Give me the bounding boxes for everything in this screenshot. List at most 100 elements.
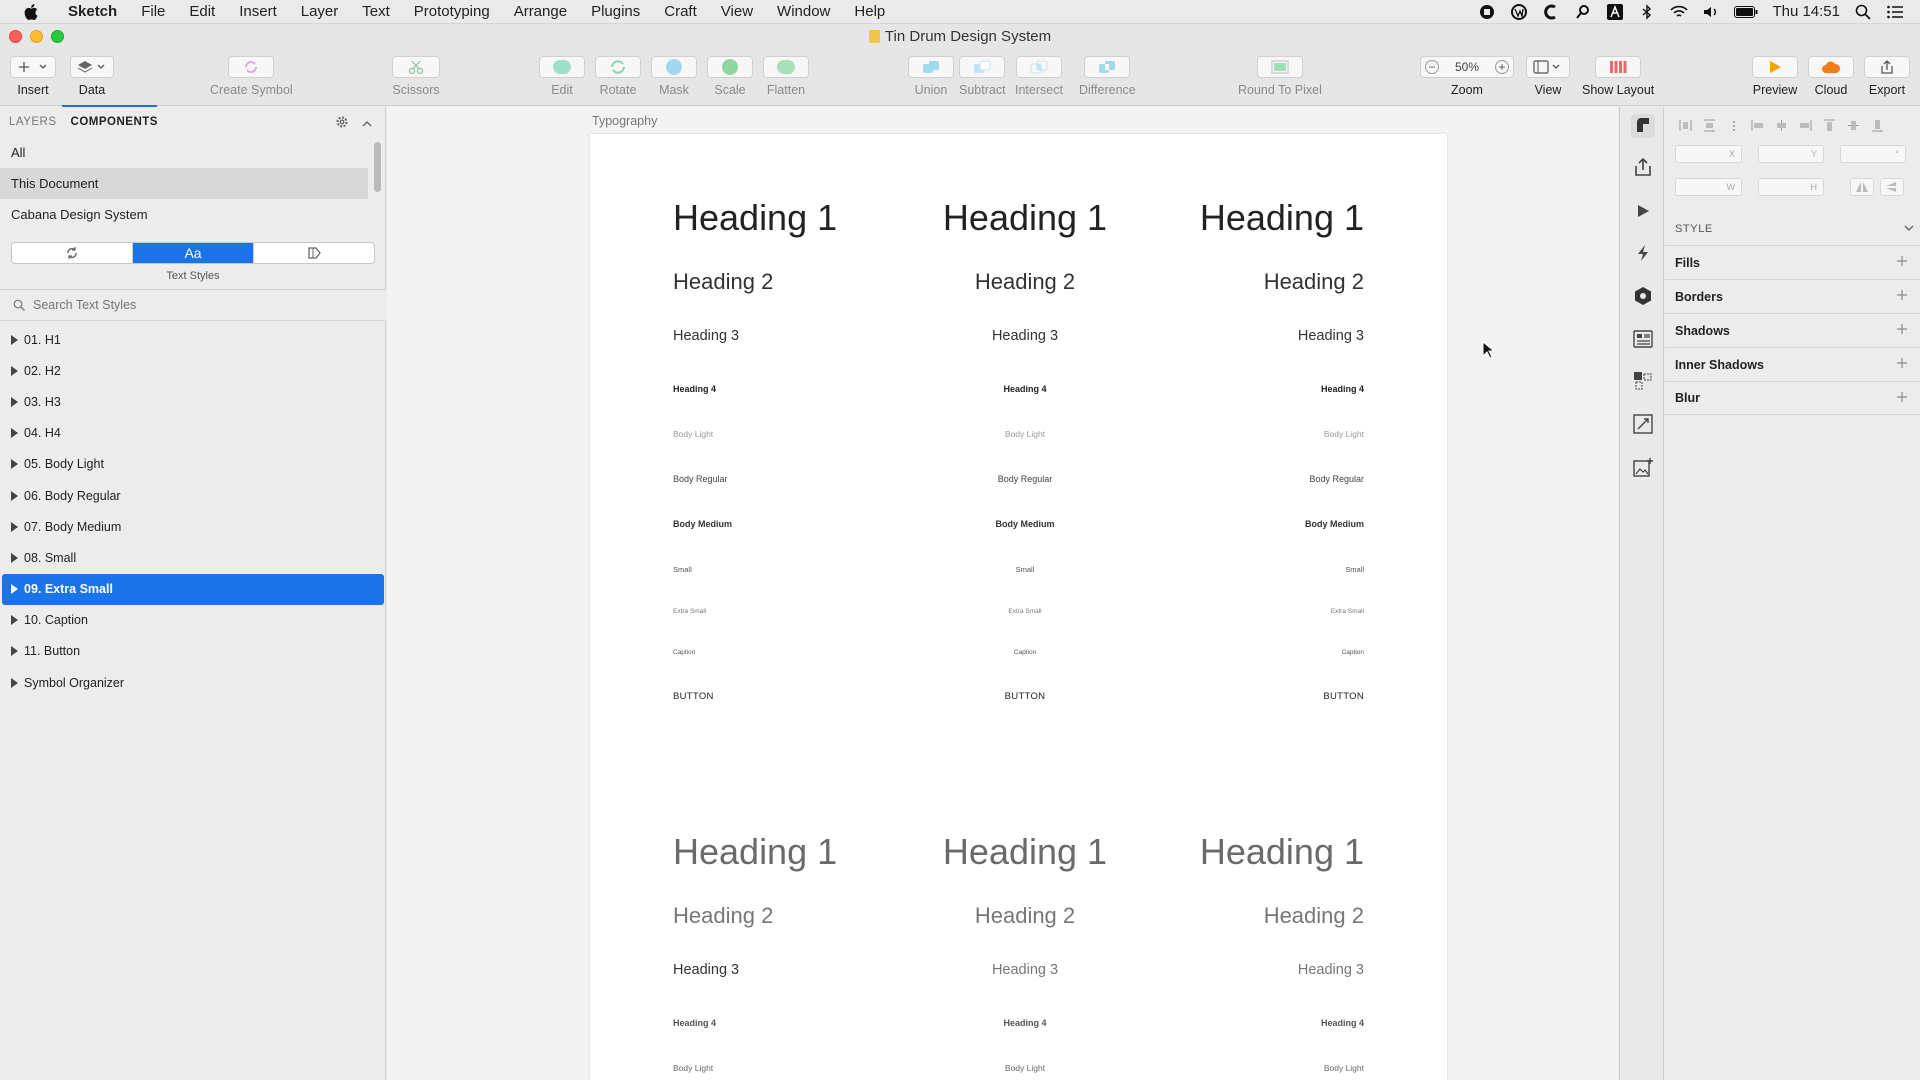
create-symbol-button[interactable]: [228, 56, 275, 78]
round-to-pixel-tool[interactable]: Round To Pixel: [1238, 56, 1322, 97]
menu-sketch[interactable]: Sketch: [56, 3, 129, 20]
menu-prototyping[interactable]: Prototyping: [402, 3, 502, 20]
sample-extra-small[interactable]: Extra Small: [1331, 608, 1364, 615]
disclosure-triangle-icon[interactable]: [11, 615, 18, 626]
rotation-field[interactable]: °: [1840, 145, 1906, 163]
sample-heading-4[interactable]: Heading 4: [1321, 1018, 1364, 1028]
typography-artboard[interactable]: Heading 1 Heading 2 Heading 3 Heading 4 …: [590, 134, 1447, 1080]
sample-heading-4[interactable]: Heading 4: [1321, 384, 1364, 394]
flip-horizontal-button[interactable]: [1850, 178, 1874, 196]
insert-tool[interactable]: Insert: [10, 56, 56, 97]
export-tool[interactable]: Export: [1864, 56, 1910, 97]
text-style-item[interactable]: 07. Body Medium: [2, 511, 384, 542]
sample-body-light[interactable]: Body Light: [1324, 429, 1364, 439]
blur-section[interactable]: Blur: [1665, 381, 1920, 415]
disclosure-triangle-icon[interactable]: [11, 334, 18, 345]
view-button[interactable]: [1526, 56, 1570, 78]
canvas[interactable]: Typography Heading 1 Heading 2 Heading 3…: [387, 107, 1618, 1080]
sample-heading-4[interactable]: Heading 4: [673, 384, 716, 394]
sample-heading-4[interactable]: Heading 4: [930, 1018, 1120, 1028]
text-style-item[interactable]: 02. H2: [2, 355, 384, 386]
text-style-item[interactable]: Symbol Organizer: [2, 667, 384, 698]
menu-file[interactable]: File: [129, 3, 177, 20]
edit-tool[interactable]: Edit: [539, 56, 585, 97]
create-symbol-tool[interactable]: Create Symbol: [210, 56, 293, 97]
rotate-tool[interactable]: Rotate: [595, 56, 641, 97]
add-shadow-icon[interactable]: [1896, 323, 1908, 335]
union-button[interactable]: [908, 56, 954, 78]
sample-heading-1[interactable]: Heading 1: [673, 831, 837, 873]
lasso-icon[interactable]: [1574, 4, 1592, 20]
resize-frame-icon[interactable]: [1631, 412, 1655, 436]
flatten-button[interactable]: [763, 56, 809, 78]
mask-button[interactable]: [651, 56, 697, 78]
width-field[interactable]: W: [1675, 178, 1742, 196]
sample-heading-2[interactable]: Heading 2: [1264, 903, 1364, 929]
library-item-cabana[interactable]: Cabana Design System: [0, 199, 368, 230]
zoom-window-button[interactable]: [51, 30, 64, 43]
sample-heading-2[interactable]: Heading 2: [930, 903, 1120, 929]
sample-heading-1[interactable]: Heading 1: [1200, 831, 1364, 873]
wordpress-icon[interactable]: [1510, 3, 1528, 20]
sample-body-regular[interactable]: Body Regular: [1309, 474, 1364, 484]
cloud-tool[interactable]: Cloud: [1808, 56, 1854, 97]
disclosure-triangle-icon[interactable]: [11, 459, 18, 470]
image-add-icon[interactable]: [1631, 455, 1655, 479]
sample-body-light[interactable]: Body Light: [930, 1063, 1120, 1073]
sample-heading-3[interactable]: Heading 3: [673, 962, 739, 978]
intersect-tool[interactable]: Intersect: [1015, 56, 1063, 97]
subtract-button[interactable]: [959, 56, 1006, 78]
disclosure-triangle-icon[interactable]: [11, 521, 18, 532]
disclosure-triangle-icon[interactable]: [11, 584, 18, 595]
sample-heading-3[interactable]: Heading 3: [673, 328, 739, 344]
sample-body-medium[interactable]: Body Medium: [1305, 519, 1364, 529]
sample-heading-2[interactable]: Heading 2: [1264, 269, 1364, 295]
menu-layer[interactable]: Layer: [289, 3, 351, 20]
show-layout-tool[interactable]: Show Layout: [1582, 56, 1654, 97]
menu-window[interactable]: Window: [765, 3, 842, 20]
list-panel-icon[interactable]: [1631, 327, 1655, 351]
sample-body-light[interactable]: Body Light: [673, 429, 713, 439]
disclosure-triangle-icon[interactable]: [11, 677, 18, 688]
sample-heading-1[interactable]: Heading 1: [1200, 197, 1364, 239]
align-right-icon[interactable]: [1799, 118, 1812, 132]
scissors-tool[interactable]: Scissors: [392, 56, 440, 97]
zoom-out-icon[interactable]: −: [1425, 60, 1439, 74]
menu-insert[interactable]: Insert: [227, 3, 289, 20]
sample-small[interactable]: Small: [673, 565, 692, 574]
library-item-this-document[interactable]: This Document: [0, 168, 368, 199]
text-style-item[interactable]: 03. H3: [2, 386, 384, 417]
add-border-icon[interactable]: [1896, 289, 1908, 301]
text-style-item[interactable]: 01. H1: [2, 324, 384, 355]
sample-body-light[interactable]: Body Light: [673, 1063, 713, 1073]
menu-plugins[interactable]: Plugins: [579, 3, 652, 20]
zoom-control[interactable]: − 50% +: [1420, 56, 1514, 78]
sample-body-regular[interactable]: Body Regular: [673, 474, 728, 484]
export-tab-icon[interactable]: [1631, 155, 1655, 179]
data-button[interactable]: [70, 56, 114, 78]
style-header[interactable]: STYLE: [1675, 223, 1915, 235]
sample-button[interactable]: BUTTON: [1323, 691, 1364, 702]
align-top-icon[interactable]: [1823, 118, 1836, 132]
sample-extra-small[interactable]: Extra Small: [673, 608, 706, 615]
sample-button[interactable]: BUTTON: [673, 691, 714, 702]
flip-vertical-button[interactable]: [1880, 178, 1904, 196]
sample-caption[interactable]: Caption: [1342, 649, 1364, 656]
sample-heading-1[interactable]: Heading 1: [930, 831, 1120, 873]
notification-center-icon[interactable]: [1886, 4, 1904, 20]
search-text-styles-input[interactable]: [33, 298, 353, 312]
sample-caption[interactable]: Caption: [673, 649, 695, 656]
prototype-play-icon[interactable]: [1631, 199, 1655, 223]
inner-shadows-section[interactable]: Inner Shadows: [1665, 347, 1920, 381]
menu-edit[interactable]: Edit: [177, 3, 227, 20]
align-horizontal-center-icon[interactable]: [1775, 118, 1788, 132]
text-input-icon[interactable]: [1606, 3, 1624, 20]
sample-body-light[interactable]: Body Light: [930, 429, 1120, 439]
x-position-field[interactable]: X: [1675, 145, 1742, 163]
sample-heading-4[interactable]: Heading 4: [673, 1018, 716, 1028]
sample-heading-3[interactable]: Heading 3: [1298, 328, 1364, 344]
menu-arrange[interactable]: Arrange: [502, 3, 579, 20]
symbol-layout-icon[interactable]: [1631, 369, 1655, 393]
symbols-segment[interactable]: [12, 243, 133, 263]
artboard-label[interactable]: Typography: [592, 114, 657, 128]
